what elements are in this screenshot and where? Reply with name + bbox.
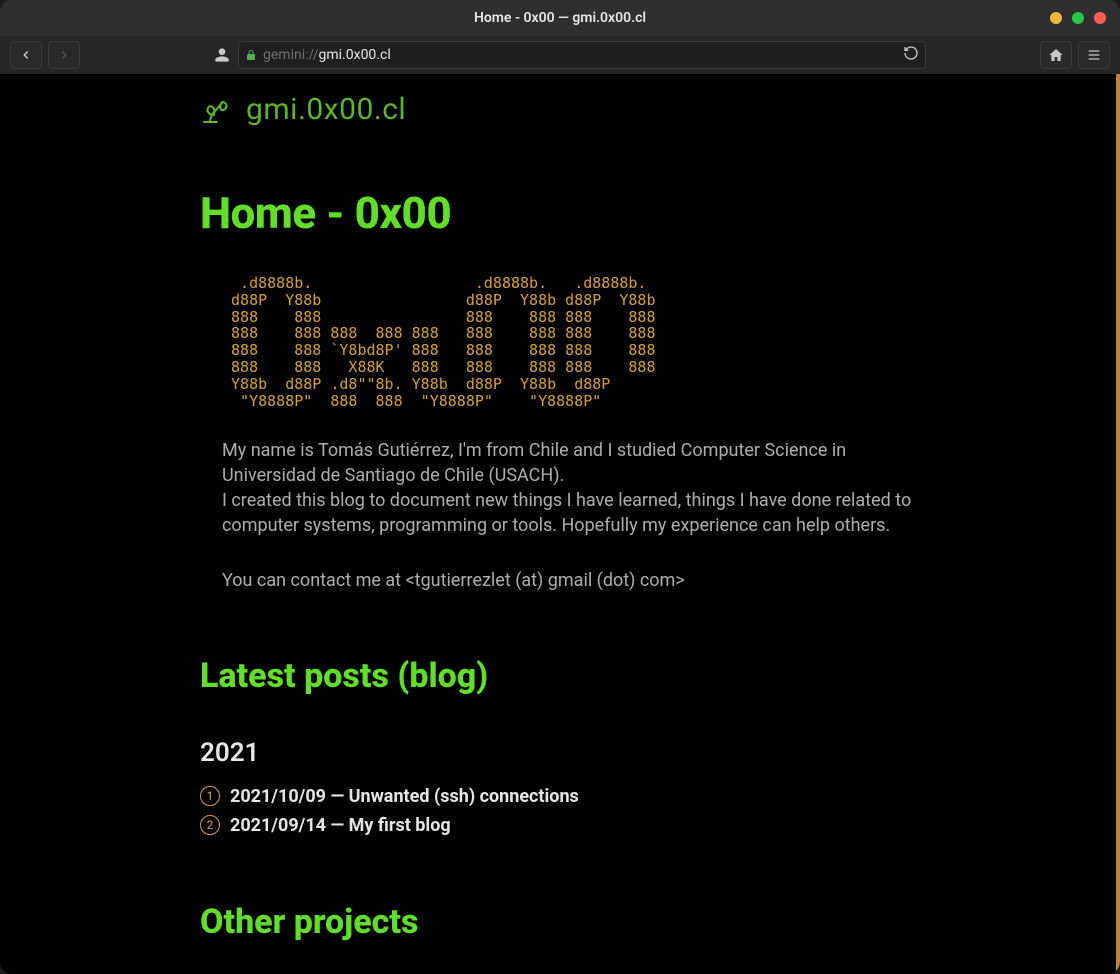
link-label: 2021/09/14 — My first blog (230, 815, 451, 836)
identity-button[interactable] (206, 41, 238, 69)
blog-year: 2021 (200, 738, 1110, 768)
window-title: Home - 0x00 — gmi.0x00.cl (0, 10, 1120, 26)
blog-heading: Latest posts (blog) (200, 656, 1110, 696)
url-scheme: gemini:// (263, 47, 319, 63)
projects-heading: Other projects (200, 902, 1110, 942)
maximize-button[interactable] (1072, 12, 1084, 24)
scrollbar[interactable] (1116, 74, 1120, 974)
minimize-button[interactable] (1050, 12, 1062, 24)
content-viewport[interactable]: gmi.0x00.cl Home - 0x00 .d8888b. .d8888b… (0, 74, 1120, 974)
address-bar[interactable]: gemini://gmi.0x00.cl (238, 41, 926, 69)
toolbar: gemini://gmi.0x00.cl (0, 36, 1120, 74)
reload-button[interactable] (903, 45, 919, 65)
url-text: gemini://gmi.0x00.cl (263, 47, 391, 63)
url-host: gmi.0x00.cl (319, 47, 391, 63)
person-icon (214, 47, 230, 63)
app-window: Home - 0x00 — gmi.0x00.cl gemini://gmi.0… (0, 0, 1120, 974)
blog-post-link[interactable]: 2 2021/09/14 — My first blog (200, 811, 1110, 840)
contact-paragraph: You can contact me at <tgutierrezlet (at… (222, 569, 922, 594)
site-header: gmi.0x00.cl (200, 92, 1110, 127)
blog-post-list: 1 2021/10/09 — Unwanted (ssh) connection… (200, 782, 1110, 840)
menu-button[interactable] (1078, 41, 1110, 69)
link-number-badge: 2 (200, 815, 220, 835)
home-icon (1048, 47, 1064, 63)
window-controls (1050, 12, 1106, 24)
close-button[interactable] (1094, 12, 1106, 24)
ascii-art: .d8888b. .d8888b. .d8888b. d88P Y88b d88… (222, 275, 1110, 409)
lock-icon (245, 48, 257, 62)
forward-button[interactable] (48, 41, 80, 69)
titlebar: Home - 0x00 — gmi.0x00.cl (0, 0, 1120, 36)
page-content: gmi.0x00.cl Home - 0x00 .d8888b. .d8888b… (200, 74, 1110, 974)
link-number-badge: 1 (200, 786, 220, 806)
hamburger-icon (1086, 47, 1102, 63)
home-button[interactable] (1040, 41, 1072, 69)
page-title: Home - 0x00 (200, 187, 1110, 239)
back-button[interactable] (10, 41, 42, 69)
intro-paragraph-1: My name is Tomás Gutiérrez, I'm from Chi… (222, 439, 922, 538)
link-label: 2021/10/09 — Unwanted (ssh) connections (230, 786, 579, 807)
blog-post-link[interactable]: 1 2021/10/09 — Unwanted (ssh) connection… (200, 782, 1110, 811)
site-logo-icon (200, 94, 232, 126)
site-name[interactable]: gmi.0x00.cl (246, 92, 406, 127)
